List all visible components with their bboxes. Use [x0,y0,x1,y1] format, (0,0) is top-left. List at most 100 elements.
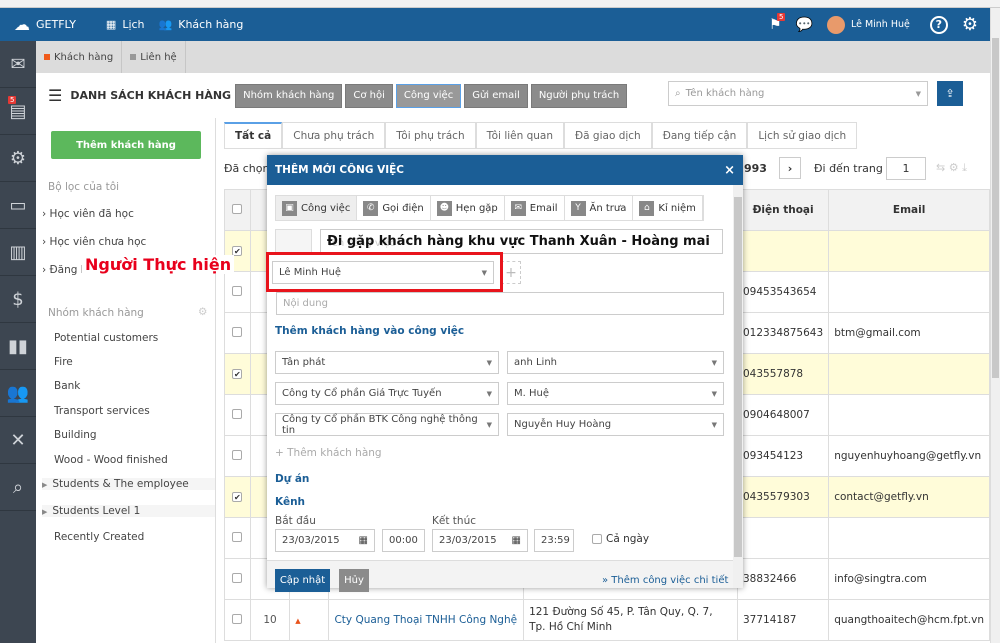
filter-item[interactable]: › Học viên đã học [42,208,134,220]
task-type-0[interactable]: ▣ Công việc [276,196,358,220]
groups-button[interactable]: Nhóm khách hàng [235,83,343,108]
nav-finance[interactable]: $ [0,276,36,323]
notifications-button[interactable]: ⚑ 5 [769,12,786,33]
nav-customers[interactable]: 👥 Khách hàng [159,18,244,31]
filter-item[interactable]: › Học viên chưa học [42,236,146,248]
task-type-5[interactable]: ⌂ Kỉ niệm [633,196,703,220]
nav-workflow[interactable]: ⚙ [0,135,36,182]
row-checkbox[interactable] [232,326,243,337]
channel-label[interactable]: Kênh [275,496,305,508]
tasks-button[interactable]: Công việc [395,83,462,108]
task-color-picker[interactable] [275,229,312,254]
task-name-input[interactable]: Tên công việc Đi gặp khách hàng khu vực … [320,229,723,254]
task-type-2[interactable]: ☻ Hẹn gặp [431,196,505,220]
close-icon[interactable]: × [724,163,735,178]
gear-icon[interactable]: ⚙ [198,306,207,318]
export-button[interactable]: ⇪ [937,81,963,106]
sidebar-group-item[interactable]: Potential customers [54,332,158,344]
add-assignee-button[interactable]: + [501,261,521,284]
nav-reports[interactable]: ▭ [0,182,36,229]
assignee-button[interactable]: Người phụ trách [530,83,628,108]
tab-0[interactable]: Tất cả [224,122,283,148]
menu-icon[interactable]: ☰ [48,86,62,105]
tab-3[interactable]: Tôi liên quan [475,122,565,148]
row-checkbox[interactable] [232,531,243,542]
customer-contact-select[interactable]: anh Linh ▼ [507,351,724,374]
checkbox[interactable] [592,534,602,544]
checkbox-cell [224,312,251,354]
cancel-button[interactable]: Hủy [339,569,369,592]
page-scrollbar[interactable] [990,8,1000,643]
stt-cell: 10 [249,599,291,641]
nav-network[interactable]: ✕ [0,417,36,464]
sidebar-group-item[interactable]: ▶ Students Level 1 [42,505,215,517]
dialog-scrollbar[interactable] [733,185,743,588]
chat-button[interactable]: 💬 [796,17,813,33]
sidebar-group-item[interactable]: Recently Created [54,531,144,543]
group-label: Bank [54,380,81,392]
end-time-input[interactable]: 23:59 [534,529,574,552]
name-cell[interactable]: Cty Quang Thoại TNHH Công Nghệ [328,599,525,641]
nav-contacts[interactable]: 👥 [0,370,36,417]
sidebar-group-item[interactable]: Bank [54,380,80,392]
dialog-title: THÊM MỚI CÔNG VIỆC [275,164,405,176]
nav-library[interactable]: ▮▮ [0,323,36,370]
nav-news[interactable]: ▥ [0,229,36,276]
filter-item[interactable]: › Đăng k [42,264,87,276]
nav-search[interactable]: ⌕ [0,464,36,511]
customer-search-input[interactable]: ⌕ Tên khách hàng ▼ [668,81,928,106]
row-checkbox[interactable]: ✔ [232,369,243,379]
task-type-4[interactable]: Y Ăn trưa [565,196,634,220]
help-button[interactable]: ? [929,15,948,34]
send-email-button[interactable]: Gửi email [464,83,528,108]
tab-5[interactable]: Đang tiếp cận [651,122,748,148]
row-checkbox[interactable] [232,408,243,419]
row-checkbox[interactable] [232,285,243,296]
brand-logo[interactable]: ☁ GETFLY [14,15,76,34]
opportunities-button[interactable]: Cơ hội [345,83,393,108]
select-all-checkbox[interactable] [232,203,243,214]
sidebar-group-item[interactable]: Transport services [54,405,150,417]
customer-contact-select[interactable]: M. Huệ ▼ [507,382,724,405]
save-button[interactable]: Cập nhật [275,569,330,592]
add-customer-link[interactable]: + Thêm khách hàng [275,447,382,459]
customer-company-select[interactable]: Tân phát ▼ [275,351,499,374]
task-type-1[interactable]: ✆ Gọi điện [357,196,431,220]
row-checkbox[interactable] [232,449,243,460]
add-customer-button[interactable]: Thêm khách hàng [51,131,201,159]
all-day-checkbox[interactable]: Cả ngày [592,533,649,545]
customer-contact-select[interactable]: Nguyễn Huy Hoàng ▼ [507,413,724,436]
email-cell: info@singtra.com [828,558,990,600]
row-checkbox[interactable] [232,572,243,583]
tab-6[interactable]: Lịch sử giao dịch [747,122,858,148]
nav-calendar[interactable]: ▦ Lịch [106,18,145,31]
tab-4[interactable]: Đã giao dịch [564,122,652,148]
project-label[interactable]: Dự án [275,473,309,485]
tab-1[interactable]: Chưa phụ trách [282,122,386,148]
task-type-3[interactable]: ✉ Email [505,196,565,220]
next-page-button[interactable]: › [779,157,801,179]
row-checkbox[interactable] [232,613,243,624]
task-detail-link[interactable]: » Thêm công việc chi tiết [602,575,728,586]
sidebar-group-item[interactable]: Building [54,429,97,441]
sidebar-group-item[interactable]: Fire [54,356,73,368]
user-menu[interactable]: Lê Minh Huệ [826,15,910,34]
sidebar-group-item[interactable]: ▶ Students & The employee [42,478,215,490]
start-time-input[interactable]: 00:00 [382,529,425,552]
settings-icon[interactable]: ⇆ ⚙ ⤓ [936,161,967,175]
table-row[interactable]: 10 ▲ Cty Quang Thoại TNHH Công Nghệ 121 Đườ… [224,599,990,641]
subtab-customers[interactable]: Khách hàng [36,41,123,73]
subtab-contacts[interactable]: Liên hệ [122,41,186,73]
nav-mail[interactable]: ✉ [0,41,36,88]
customer-company-select[interactable]: Công ty Cổ phần Giá Trực Tuyến ▼ [275,382,499,405]
customer-company-select[interactable]: Công ty Cổ phần BTK Công nghệ thông tin ▼ [275,413,499,436]
content-input[interactable]: Nội dung [276,292,724,315]
tab-2[interactable]: Tôi phụ trách [385,122,476,148]
sidebar-group-item[interactable]: Wood - Wood finished [54,454,168,466]
settings-button[interactable]: ⚙ [962,14,978,35]
row-checkbox[interactable]: ✔ [232,492,243,502]
start-date-input[interactable]: 23/03/2015 ▦ [275,529,375,552]
page-input[interactable]: 1 [886,157,926,180]
end-date-input[interactable]: 23/03/2015 ▦ [432,529,528,552]
nav-tasks[interactable]: ▤ 5 [0,88,36,135]
